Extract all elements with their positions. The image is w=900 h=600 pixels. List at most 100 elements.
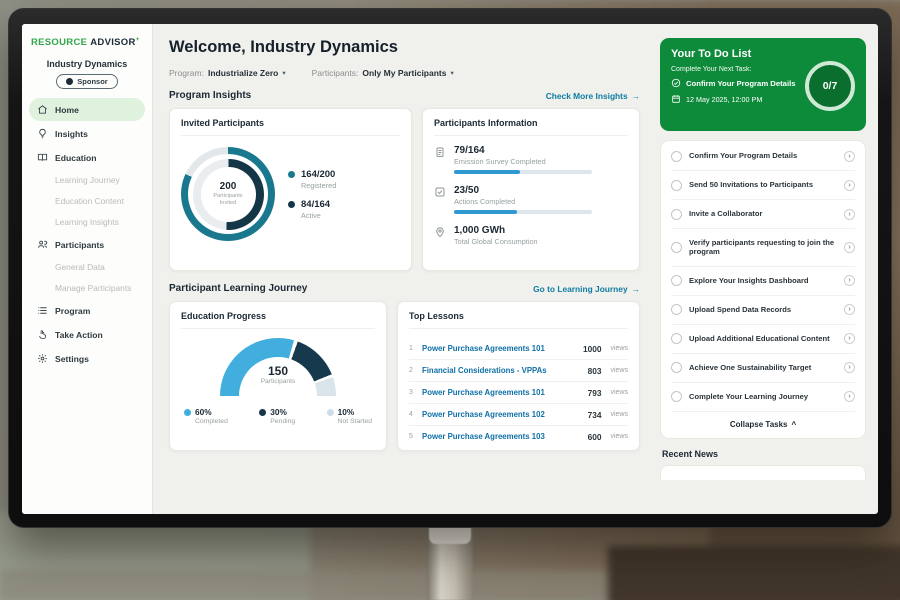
- task-checkbox[interactable]: [671, 180, 682, 191]
- legend-not-started: 10% Not Started: [327, 407, 372, 425]
- app-logo: RESOURCEADVISOR+: [29, 34, 145, 48]
- chevron-right-icon[interactable]: ›: [844, 391, 855, 402]
- task-checkbox[interactable]: [671, 333, 682, 344]
- lesson-link[interactable]: Power Purchase Agreements 101: [422, 344, 576, 353]
- pending-dot-icon: [259, 409, 266, 416]
- sidebar-item-learning-journey[interactable]: Learning Journey: [29, 170, 145, 190]
- lesson-link[interactable]: Power Purchase Agreements 103: [422, 432, 581, 441]
- task-label: Invite a Collaborator: [689, 209, 837, 219]
- task-item[interactable]: Complete Your Learning Journey ›: [671, 383, 855, 412]
- collapse-tasks-label: Collapse Tasks: [730, 420, 788, 429]
- registered-dot-icon: [288, 171, 295, 178]
- sidebar-item-participants[interactable]: Participants: [29, 233, 145, 256]
- sidebar: RESOURCEADVISOR+ Industry Dynamics Spons…: [22, 24, 153, 514]
- sponsor-icon: [66, 78, 73, 85]
- donut-center-value: 200: [220, 181, 237, 192]
- monitor-screen: RESOURCEADVISOR+ Industry Dynamics Spons…: [22, 24, 878, 514]
- task-item[interactable]: Verify participants requesting to join t…: [671, 229, 855, 267]
- sidebar-item-learning-insights[interactable]: Learning Insights: [29, 212, 145, 232]
- sidebar-item-home[interactable]: Home: [29, 98, 145, 121]
- todo-panel: Your To Do List Complete Your Next Task:…: [654, 24, 878, 514]
- calendar-icon: [671, 94, 681, 104]
- lesson-views-unit: views: [610, 345, 628, 352]
- active-label: Active: [301, 211, 330, 220]
- lesson-rank: 4: [409, 411, 415, 418]
- check-more-insights-link[interactable]: Check More Insights →: [546, 91, 640, 101]
- arrow-right-icon: →: [632, 284, 640, 294]
- lesson-views: 734: [588, 410, 602, 420]
- sidebar-item-take-action[interactable]: Take Action: [29, 323, 145, 346]
- lesson-views: 803: [588, 366, 602, 376]
- sidebar-item-label: Home: [55, 105, 79, 115]
- sidebar-item-education[interactable]: Education: [29, 146, 145, 169]
- task-checkbox[interactable]: [671, 275, 682, 286]
- task-label: Verify participants requesting to join t…: [689, 238, 837, 258]
- active-dot-icon: [288, 201, 295, 208]
- chevron-right-icon[interactable]: ›: [844, 180, 855, 191]
- task-checkbox[interactable]: [671, 151, 682, 162]
- gear-icon: [37, 353, 48, 364]
- task-label: Explore Your Insights Dashboard: [689, 276, 837, 286]
- participants-information-card: Participants Information 79/164 Emission…: [422, 108, 640, 271]
- task-label: Complete Your Learning Journey: [689, 392, 837, 402]
- lesson-rank: 2: [409, 367, 415, 374]
- lesson-row: 5 Power Purchase Agreements 103 600 view…: [409, 426, 628, 447]
- lesson-row: 4 Power Purchase Agreements 102 734 view…: [409, 404, 628, 426]
- top-lessons-card: Top Lessons 1 Power Purchase Agreements …: [397, 301, 640, 451]
- clipboard-icon: [434, 146, 446, 158]
- sidebar-item-insights[interactable]: Insights: [29, 122, 145, 145]
- task-checkbox[interactable]: [671, 304, 682, 315]
- program-insights-header: Program Insights Check More Insights →: [169, 90, 640, 101]
- participants-filter[interactable]: Participants: Only My Participants ▾: [312, 68, 454, 78]
- stat-label: Actions Completed: [454, 197, 592, 206]
- task-checkbox[interactable]: [671, 391, 682, 402]
- lesson-views: 1000: [583, 344, 601, 354]
- chevron-right-icon[interactable]: ›: [844, 242, 855, 253]
- sidebar-item-settings[interactable]: Settings: [29, 347, 145, 370]
- go-to-learning-journey-link[interactable]: Go to Learning Journey →: [533, 284, 640, 294]
- legend-value: 60%: [195, 407, 228, 417]
- program-filter[interactable]: Program: Industrialize Zero ▾: [169, 68, 286, 78]
- check-circle-icon: [671, 78, 681, 88]
- task-label: Upload Spend Data Records: [689, 305, 837, 315]
- lesson-link[interactable]: Financial Considerations - VPPAs: [422, 366, 581, 375]
- todo-next-task[interactable]: Confirm Your Program Details: [671, 78, 800, 88]
- lesson-views-unit: views: [610, 389, 628, 396]
- invited-participants-card: Invited Participants 200 Participants In…: [169, 108, 412, 271]
- chevron-right-icon[interactable]: ›: [844, 275, 855, 286]
- chevron-right-icon[interactable]: ›: [844, 304, 855, 315]
- chevron-right-icon[interactable]: ›: [844, 209, 855, 220]
- task-item[interactable]: Confirm Your Program Details ›: [671, 142, 855, 171]
- lesson-row: 1 Power Purchase Agreements 101 1000 vie…: [409, 338, 628, 360]
- education-progress-card: Education Progress 150 Participants: [169, 301, 387, 451]
- chevron-right-icon[interactable]: ›: [844, 151, 855, 162]
- legend-completed: 60% Completed: [184, 407, 228, 425]
- chevron-right-icon[interactable]: ›: [844, 333, 855, 344]
- sidebar-item-education-content[interactable]: Education Content: [29, 191, 145, 211]
- task-item[interactable]: Invite a Collaborator ›: [671, 200, 855, 229]
- lesson-link[interactable]: Power Purchase Agreements 102: [422, 410, 581, 419]
- task-item[interactable]: Upload Spend Data Records ›: [671, 296, 855, 325]
- section-title-learning-journey: Participant Learning Journey: [169, 283, 307, 294]
- task-checkbox[interactable]: [671, 242, 682, 253]
- lesson-views-unit: views: [610, 411, 628, 418]
- sidebar-item-manage-participants[interactable]: Manage Participants: [29, 278, 145, 298]
- stat-actions-completed: 23/50 Actions Completed: [434, 185, 628, 214]
- chevron-right-icon[interactable]: ›: [844, 362, 855, 373]
- people-icon: [37, 239, 48, 250]
- collapse-tasks-link[interactable]: Collapse Tasks ^: [671, 412, 855, 437]
- stat-global-consumption: 1,000 GWh Total Global Consumption: [434, 225, 628, 246]
- org-name: Industry Dynamics: [29, 59, 145, 69]
- task-item[interactable]: Send 50 Invitations to Participants ›: [671, 171, 855, 200]
- sidebar-item-program[interactable]: Program: [29, 299, 145, 322]
- task-item[interactable]: Upload Additional Educational Content ›: [671, 325, 855, 354]
- task-checkbox[interactable]: [671, 362, 682, 373]
- task-item[interactable]: Achieve One Sustainability Target ›: [671, 354, 855, 383]
- gauge-center-label: Participants: [220, 378, 336, 385]
- lesson-link[interactable]: Power Purchase Agreements 101: [422, 388, 581, 397]
- sidebar-item-general-data[interactable]: General Data: [29, 257, 145, 277]
- not-started-dot-icon: [327, 409, 334, 416]
- task-checkbox[interactable]: [671, 209, 682, 220]
- gauge-center-value: 150: [220, 364, 336, 378]
- task-item[interactable]: Explore Your Insights Dashboard ›: [671, 267, 855, 296]
